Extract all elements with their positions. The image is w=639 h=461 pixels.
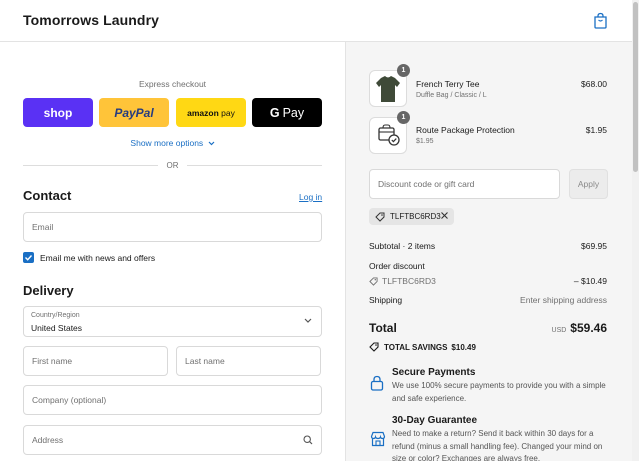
discount-code-input[interactable]: Discount code or gift card (369, 169, 560, 199)
paypal-button[interactable]: PayPal (99, 98, 169, 127)
or-divider: OR (23, 160, 322, 170)
address-placeholder: Address (32, 435, 64, 445)
tag-icon (369, 342, 379, 352)
company-placeholder: Company (optional) (32, 395, 107, 405)
search-icon (303, 435, 313, 445)
remove-discount-icon[interactable] (440, 211, 449, 220)
last-name-field[interactable]: Last name (176, 346, 321, 376)
applied-discount-chip: TLFTBC6RD3 (369, 208, 454, 225)
amazon-pay-label: pay (221, 107, 235, 118)
apply-button[interactable]: Apply (569, 169, 608, 199)
first-name-field[interactable]: First name (23, 346, 168, 376)
country-select[interactable]: Country/Region United States (23, 306, 322, 337)
item-price: $1.95 (585, 125, 607, 135)
savings-value: $10.49 (451, 342, 476, 352)
express-checkout-label: Express checkout (138, 79, 207, 89)
page-scrollbar[interactable] (632, 0, 639, 461)
email-placeholder: Email (32, 222, 54, 232)
checkmark-icon (25, 255, 33, 261)
subtotal-label: Subtotal · 2 items (369, 241, 436, 251)
scrollbar-thumb[interactable] (633, 2, 638, 172)
quantity-badge: 1 (397, 111, 410, 124)
order-discount-label: Order discount (369, 261, 425, 271)
total-value: $59.46 (570, 321, 607, 335)
google-g-icon: G (269, 105, 280, 120)
shipping-label: Shipping (369, 295, 403, 305)
item-variant: Duffle Bag / Classic / L (416, 92, 487, 99)
chevron-down-icon (208, 141, 214, 146)
store-logo[interactable]: Tomorrows Laundry (23, 12, 159, 28)
delivery-heading: Delivery (23, 283, 74, 298)
checkout-form: Express checkout shop PayPal amazon pay … (0, 42, 345, 461)
email-field[interactable]: Email (23, 212, 322, 242)
item-price: $68.00 (581, 79, 607, 89)
divider-line (187, 165, 322, 166)
shopping-bag-icon[interactable] (593, 12, 608, 29)
savings-label: TOTAL SAVINGS (384, 342, 448, 352)
order-discount-code: TLFTBC6RD3 (382, 276, 436, 286)
show-more-label: Show more options (130, 138, 204, 148)
company-field[interactable]: Company (optional) (23, 385, 322, 415)
shipping-value: Enter shipping address (520, 295, 607, 305)
item-variant: $1.95 (416, 138, 434, 145)
amazon-pay-button[interactable]: amazon pay (176, 98, 246, 127)
feature-title: Secure Payments (392, 367, 476, 378)
google-pay-label: Pay (282, 105, 305, 120)
discount-placeholder: Discount code or gift card (378, 179, 475, 189)
tag-icon (375, 212, 385, 222)
log-in-link[interactable]: Log in (299, 192, 322, 202)
total-value-group: USD $59.46 (552, 321, 607, 335)
item-name: Route Package Protection (416, 125, 515, 135)
total-label: Total (369, 321, 397, 335)
quantity-badge: 1 (397, 64, 410, 77)
order-discount-code-row: TLFTBC6RD3 (369, 276, 436, 286)
address-field[interactable]: Address (23, 425, 322, 455)
header: Tomorrows Laundry (0, 0, 632, 42)
last-name-placeholder: Last name (185, 356, 225, 366)
shop-pay-label: shop (43, 105, 73, 120)
feature-title: 30-Day Guarantee (392, 415, 478, 426)
order-discount-value: – $10.49 (573, 276, 607, 286)
contact-heading: Contact (23, 188, 72, 203)
item-name: French Terry Tee (416, 79, 480, 89)
newsletter-checkbox[interactable] (23, 252, 34, 263)
currency-code: USD (551, 327, 567, 334)
store-icon (370, 431, 386, 447)
chevron-down-icon (304, 318, 312, 323)
paypal-label: PayPal (114, 105, 154, 120)
feature-body: We use 100% secure payments to provide y… (392, 381, 606, 403)
amazon-label: amazon (187, 107, 219, 118)
applied-code: TLFTBC6RD3 (390, 212, 441, 221)
lock-icon (370, 375, 384, 391)
feature-body: Need to make a return? Send it back with… (392, 429, 603, 461)
subtotal-value: $69.95 (581, 241, 607, 251)
first-name-placeholder: First name (32, 356, 73, 366)
country-label: Country/Region (31, 312, 80, 319)
total-savings: TOTAL SAVINGS $10.49 (369, 342, 476, 352)
shop-pay-button[interactable]: shop (23, 98, 93, 127)
order-summary: 1 French Terry Tee Duffle Bag / Classic … (345, 42, 632, 461)
tag-icon (369, 276, 378, 286)
show-more-options-link[interactable]: Show more options (0, 138, 345, 148)
google-pay-button[interactable]: G Pay (252, 98, 322, 127)
newsletter-label: Email me with news and offers (40, 253, 156, 263)
country-value: United States (31, 323, 83, 333)
